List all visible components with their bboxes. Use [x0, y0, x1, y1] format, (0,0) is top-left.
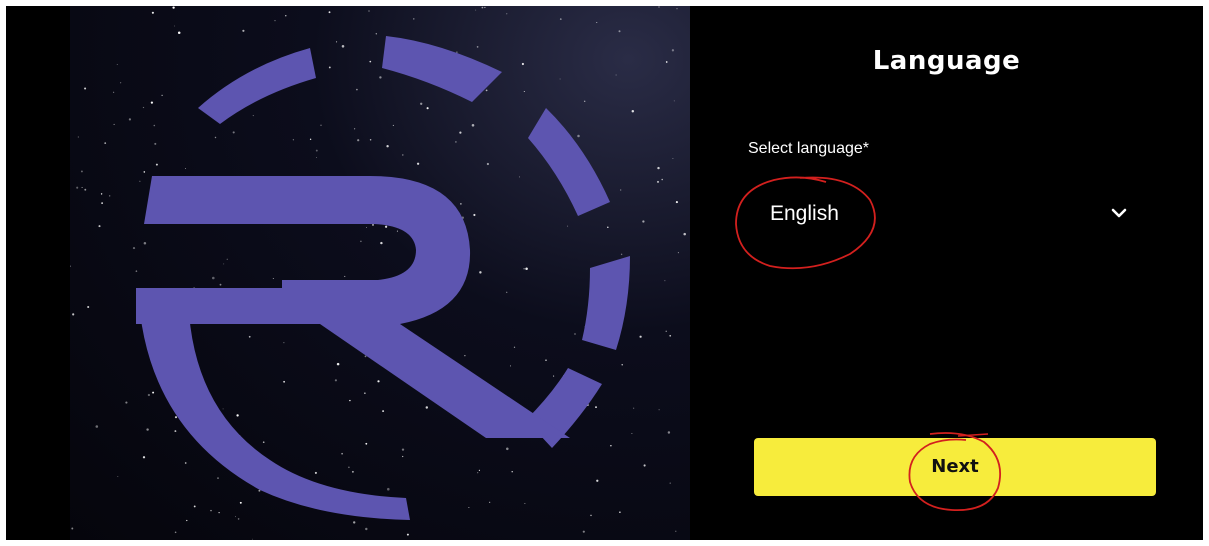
next-button-label: Next: [931, 456, 979, 477]
brand-art-panel: [70, 6, 690, 540]
next-button[interactable]: Next: [754, 438, 1156, 496]
selected-language: English: [770, 202, 839, 225]
language-form: Language Select language* English Next: [690, 6, 1203, 540]
r-logo: [136, 36, 630, 520]
page-title: Language: [872, 46, 1021, 76]
chevron-down-icon: [1111, 208, 1127, 218]
select-language-label: Select language*: [748, 140, 869, 157]
language-select[interactable]: English: [748, 186, 1150, 242]
app-screen: Language Select language* English Next: [6, 6, 1203, 540]
